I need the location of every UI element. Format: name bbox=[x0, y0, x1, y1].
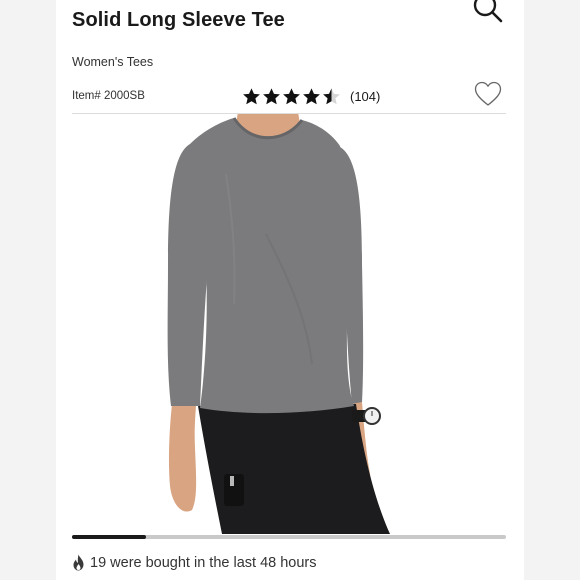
star-full-icon bbox=[283, 87, 300, 104]
star-rating bbox=[242, 87, 341, 106]
product-category-link[interactable]: Women's Tees bbox=[72, 55, 153, 69]
product-title: Solid Long Sleeve Tee bbox=[72, 9, 285, 31]
star-full-icon bbox=[303, 87, 320, 104]
image-carousel-progress[interactable] bbox=[72, 535, 506, 539]
rating-summary[interactable]: (104) bbox=[242, 85, 380, 107]
heart-icon[interactable] bbox=[474, 81, 502, 107]
star-full-icon bbox=[243, 87, 260, 104]
star-half-icon bbox=[323, 87, 340, 104]
item-number: Item# 2000SB bbox=[72, 90, 145, 102]
product-photo[interactable] bbox=[56, 114, 524, 534]
star-full-icon bbox=[263, 87, 280, 104]
social-proof: 19 were bought in the last 48 hours bbox=[72, 554, 317, 571]
carousel-progress-fill bbox=[72, 535, 146, 539]
social-proof-text: 19 were bought in the last 48 hours bbox=[90, 554, 317, 571]
product-page: Solid Long Sleeve Tee Women's Tees Item#… bbox=[56, 0, 524, 580]
flame-icon bbox=[73, 554, 84, 571]
review-count[interactable]: (104) bbox=[350, 89, 380, 104]
search-icon[interactable] bbox=[470, 0, 506, 28]
